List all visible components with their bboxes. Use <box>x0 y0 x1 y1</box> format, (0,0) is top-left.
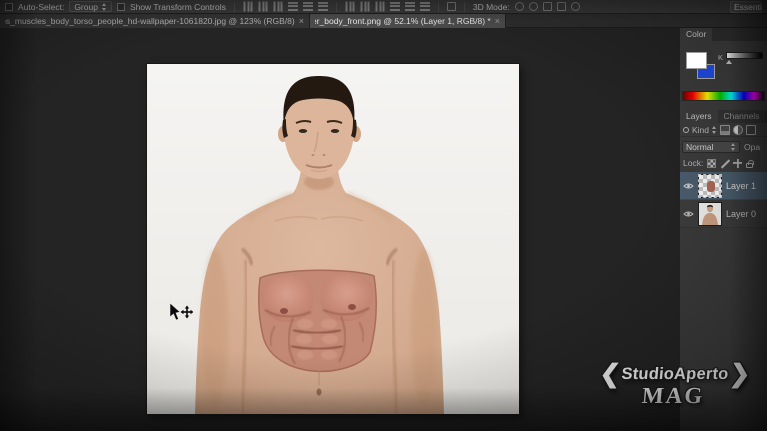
auto-select-checkbox[interactable] <box>5 3 13 11</box>
divider <box>234 2 235 12</box>
visibility-eye-icon[interactable] <box>683 182 694 190</box>
color-panel: K <box>680 41 767 110</box>
muscle-overlay-layer <box>259 270 377 371</box>
tab-layers[interactable]: Layers <box>680 110 718 123</box>
distribute-top-icon[interactable] <box>345 2 354 12</box>
document-tab-inactive[interactable]: th_tattoos_muscles_body_torso_people_hd-… <box>0 14 310 28</box>
color-panel-tabs: Color <box>680 28 767 41</box>
lock-row: Lock: <box>680 156 767 170</box>
divider <box>438 2 439 12</box>
layers-panel-tabs: Layers Channels <box>680 110 767 123</box>
document-tab-label: Upper_body_front.png @ 52.1% (Layer 1, R… <box>315 16 491 26</box>
mode-3d-label: 3D Mode: <box>473 2 510 12</box>
workspace-switcher-button[interactable]: Essentia <box>730 1 762 13</box>
3d-pan-icon[interactable] <box>543 2 552 11</box>
type-filter-icon[interactable] <box>746 125 756 135</box>
lock-position-icon[interactable] <box>733 159 742 168</box>
show-transform-label: Show Transform Controls <box>130 2 226 12</box>
slider-marker-icon[interactable] <box>726 60 732 64</box>
layer-thumbnail[interactable] <box>698 174 722 198</box>
auto-select-label: Auto-Select: <box>18 2 64 12</box>
tab-channels[interactable]: Channels <box>718 110 766 123</box>
muscle-overlay-thumbnail <box>707 181 715 192</box>
lock-label: Lock: <box>683 158 703 168</box>
align-left-icon[interactable] <box>243 2 252 12</box>
distribute-center-icon[interactable] <box>405 2 415 11</box>
chevron-updown-icon <box>712 126 717 134</box>
distribute-left-icon[interactable] <box>390 2 400 11</box>
layer-thumbnail[interactable] <box>698 202 722 226</box>
adjustment-filter-icon[interactable] <box>733 125 743 135</box>
panel-filler <box>680 228 767 431</box>
close-icon[interactable]: × <box>495 17 500 26</box>
layer-name[interactable]: Layer 0 <box>726 209 756 219</box>
layer-row-layer-0[interactable]: Layer 0 <box>680 200 767 228</box>
chevron-updown-icon <box>102 3 107 11</box>
tool-options-bar: Auto-Select: Group Show Transform Contro… <box>0 0 767 14</box>
align-center-icon[interactable] <box>258 2 267 12</box>
3d-scale-icon[interactable] <box>571 2 580 11</box>
visibility-eye-icon[interactable] <box>683 210 694 218</box>
distribute-bottom-icon[interactable] <box>375 2 384 12</box>
search-icon <box>683 127 689 133</box>
document-canvas[interactable] <box>147 64 519 414</box>
align-bottom-icon[interactable] <box>318 2 328 11</box>
show-transform-checkbox[interactable] <box>117 3 125 11</box>
group-dropdown-label: Group <box>74 2 98 12</box>
chevron-updown-icon <box>731 143 736 151</box>
divider <box>336 2 337 12</box>
align-right-icon[interactable] <box>273 2 282 12</box>
distribute-right-icon[interactable] <box>420 2 430 11</box>
divider <box>464 2 465 12</box>
layer-filter-row: Kind <box>680 123 767 137</box>
color-spectrum-bar[interactable] <box>682 91 765 101</box>
lock-all-icon[interactable] <box>746 163 753 168</box>
k-slider-ramp[interactable] <box>726 52 763 59</box>
pixel-filter-icon[interactable] <box>720 125 730 135</box>
move-cursor-icon <box>169 303 193 322</box>
opacity-label: Opa <box>744 142 760 152</box>
document-tab-active[interactable]: Upper_body_front.png @ 52.1% (Layer 1, R… <box>310 14 506 28</box>
distribute-middle-icon[interactable] <box>360 2 369 12</box>
layer-row-layer-1[interactable]: Layer 1 <box>680 172 767 200</box>
kind-dropdown[interactable]: Kind <box>692 125 709 135</box>
blend-mode-value: Normal <box>686 142 713 152</box>
lock-pixels-brush-icon[interactable] <box>720 159 729 168</box>
document-tab-label: th_tattoos_muscles_body_torso_people_hd-… <box>5 16 295 26</box>
lock-transparency-icon[interactable] <box>707 159 716 168</box>
3d-roll-icon[interactable] <box>529 2 538 11</box>
k-slider-label: K <box>718 53 723 62</box>
align-top-icon[interactable] <box>288 2 298 11</box>
canvas-workspace <box>0 28 680 431</box>
foreground-color-swatch[interactable] <box>686 52 707 69</box>
3d-rotate-icon[interactable] <box>515 2 524 11</box>
blend-mode-row: Normal Opa <box>680 140 767 154</box>
panel-dock: Color K Layers Channels Kind Normal <box>680 28 767 431</box>
blend-mode-select[interactable]: Normal <box>682 141 740 153</box>
torso-photo-with-muscle-overlay <box>147 64 519 414</box>
auto-align-icon[interactable] <box>447 2 456 11</box>
group-dropdown[interactable]: Group <box>69 1 112 12</box>
document-tab-bar: th_tattoos_muscles_body_torso_people_hd-… <box>0 14 767 28</box>
layer-name[interactable]: Layer 1 <box>726 181 756 191</box>
tab-color[interactable]: Color <box>680 28 712 41</box>
close-icon[interactable]: × <box>299 17 304 26</box>
3d-slide-icon[interactable] <box>557 2 566 11</box>
align-middle-icon[interactable] <box>303 2 313 11</box>
photoshop-window: Auto-Select: Group Show Transform Contro… <box>0 0 767 431</box>
torso-thumbnail <box>699 203 721 225</box>
